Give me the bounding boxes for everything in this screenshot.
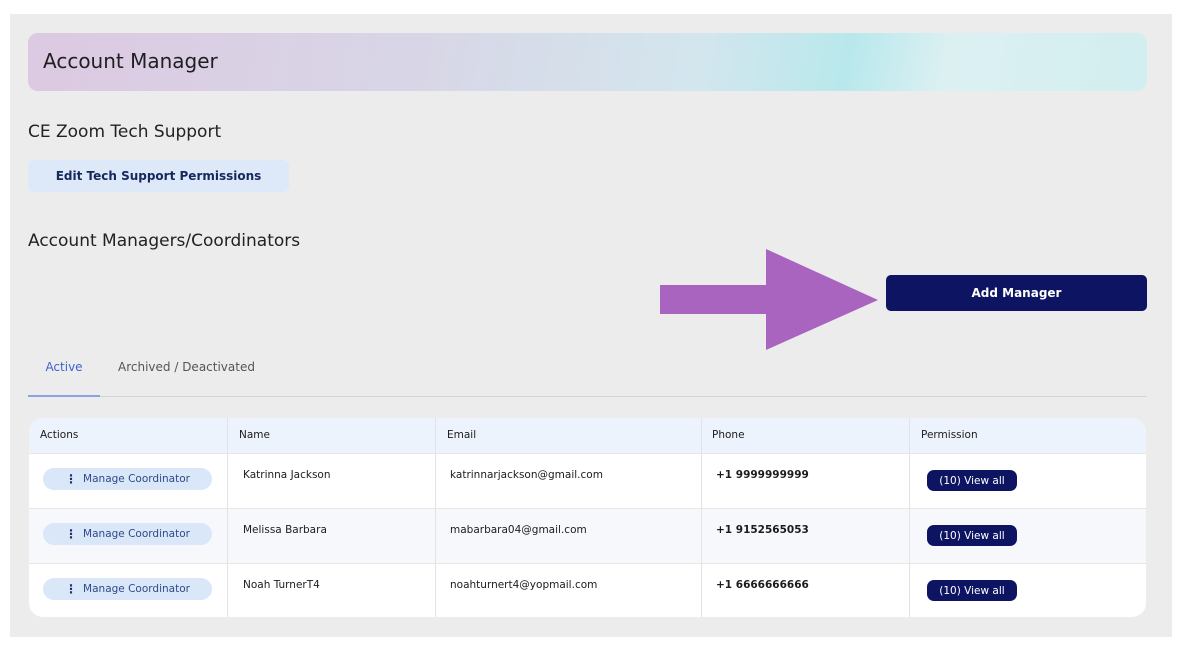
table-header: Actions Name Email Phone Permission [29,418,1146,453]
tab-active[interactable]: Active [28,360,100,374]
table-row: ⋮ Manage Coordinator Noah TurnerT4 noaht… [29,563,1146,617]
manage-coordinator-button[interactable]: ⋮ Manage Coordinator [43,468,212,490]
manager-email: katrinnarjackson@gmail.com [450,469,603,481]
column-header-email: Email [447,429,477,441]
column-divider [909,418,910,617]
manage-coordinator-button[interactable]: ⋮ Manage Coordinator [43,523,212,545]
manager-name: Noah TurnerT4 [243,579,320,591]
add-manager-button[interactable]: Add Manager [886,275,1147,311]
vertical-ellipsis-icon: ⋮ [65,472,78,486]
column-divider [701,418,702,617]
edit-tech-support-permissions-button[interactable]: Edit Tech Support Permissions [28,160,289,192]
column-header-phone: Phone [712,429,745,441]
manager-phone: +1 9152565053 [716,524,809,536]
manager-email: noahturnert4@yopmail.com [450,579,598,591]
view-all-permissions-button[interactable]: (10) View all [927,470,1017,491]
manage-coordinator-label: Manage Coordinator [83,583,190,595]
managers-table: Actions Name Email Phone Permission ⋮ Ma… [29,418,1146,617]
manager-email: mabarbara04@gmail.com [450,524,587,536]
manager-name: Katrinna Jackson [243,469,331,481]
column-header-permission: Permission [921,429,978,441]
manager-name: Melissa Barbara [243,524,327,536]
view-all-permissions-button[interactable]: (10) View all [927,580,1017,601]
manage-coordinator-label: Manage Coordinator [83,528,190,540]
column-divider [435,418,436,617]
tab-archived[interactable]: Archived / Deactivated [118,360,255,374]
right-arrow-icon [660,249,878,350]
active-tab-indicator [28,395,100,397]
managers-heading: Account Managers/Coordinators [28,231,301,251]
vertical-ellipsis-icon: ⋮ [65,527,78,541]
table-row: ⋮ Manage Coordinator Melissa Barbara mab… [29,508,1146,563]
manage-coordinator-button[interactable]: ⋮ Manage Coordinator [43,578,212,600]
page-title: Account Manager [43,49,218,73]
column-divider [227,418,228,617]
manager-phone: +1 9999999999 [716,469,809,481]
page-banner: Account Manager [28,33,1147,91]
column-header-name: Name [239,429,270,441]
view-all-permissions-button[interactable]: (10) View all [927,525,1017,546]
tab-bar: Active Archived / Deactivated [28,352,1147,397]
table-row: ⋮ Manage Coordinator Katrinna Jackson ka… [29,453,1146,508]
manager-phone: +1 6666666666 [716,579,809,591]
manage-coordinator-label: Manage Coordinator [83,473,190,485]
column-header-actions: Actions [40,429,79,441]
tech-support-heading: CE Zoom Tech Support [28,122,222,142]
vertical-ellipsis-icon: ⋮ [65,582,78,596]
